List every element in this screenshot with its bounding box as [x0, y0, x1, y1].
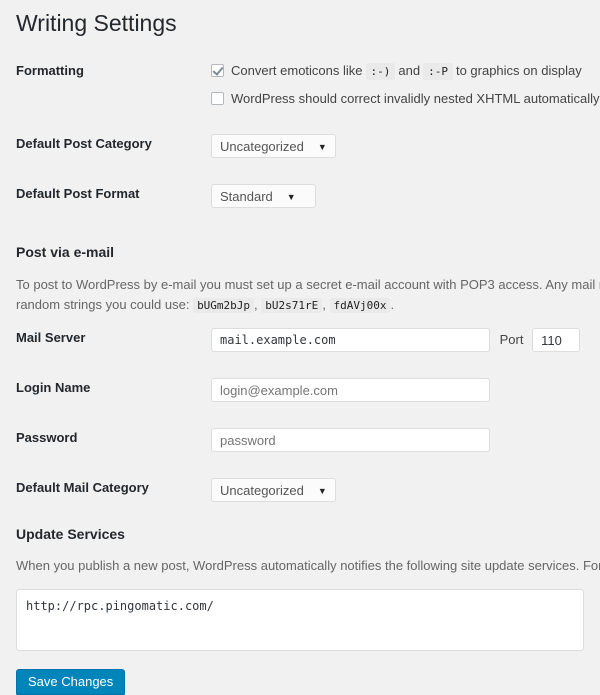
- random-string-2: bU2s71rE: [261, 298, 323, 314]
- mail-server-cell: Port: [201, 315, 584, 365]
- random-string-1: bUGm2bJp: [193, 298, 255, 314]
- login-name-label: Login Name: [16, 380, 91, 396]
- default-mail-category-value: Uncategorized: [220, 483, 304, 499]
- formatting-options-cell: Convert emoticons like:-) and:-P to graphi…: [201, 48, 599, 121]
- login-name-input[interactable]: [211, 378, 490, 403]
- post-via-email-description-line-2: random strings you could use: bUGm2bJp, …: [16, 297, 395, 314]
- port-input[interactable]: [532, 328, 581, 353]
- formatting-label: Formatting: [16, 63, 84, 78]
- password-input[interactable]: [211, 428, 490, 453]
- default-post-category-value: Uncategorized: [220, 139, 304, 154]
- password-label: Password: [16, 430, 78, 446]
- table-row-mail-server: Mail Server Port: [16, 315, 584, 365]
- post-via-email-heading: Post via e-mail: [16, 244, 115, 260]
- table-row-default-post-format: Default Post Format Standard ▼: [16, 171, 584, 221]
- convert-emoticons-checkbox[interactable]: [211, 64, 224, 77]
- default-post-category-cell: Uncategorized ▼: [201, 121, 584, 171]
- table-row-login-name: Login Name: [16, 365, 584, 415]
- mail-server-input[interactable]: [211, 328, 490, 353]
- correct-xhtml-option[interactable]: WordPress should correct invalidly neste…: [211, 89, 599, 109]
- post-via-email-description-wrapper: To post to WordPress by e-mail you must …: [0, 275, 600, 315]
- chevron-down-icon: ▼: [317, 142, 327, 152]
- port-label: Port: [499, 331, 524, 347]
- default-post-format-value: Standard: [220, 189, 273, 204]
- convert-emoticons-text-after: to graphics on display: [455, 63, 582, 78]
- default-mail-category-select[interactable]: Uncategorized ▼: [211, 478, 336, 503]
- save-changes-button[interactable]: Save Changes: [16, 669, 126, 695]
- table-row-default-mail-category: Default Mail Category Uncategorized ▼: [16, 465, 584, 515]
- emoticon-smile-code: :-): [365, 63, 396, 80]
- default-post-format-cell: Standard ▼: [201, 171, 584, 221]
- default-post-category-label: Default Post Category: [16, 136, 152, 151]
- post-via-email-description-line-1: To post to WordPress by e-mail you must …: [16, 277, 600, 292]
- correct-xhtml-checkbox[interactable]: [211, 91, 224, 105]
- default-post-category-select[interactable]: Uncategorized ▼: [211, 134, 336, 158]
- table-row-default-post-category: Default Post Category Uncategorized ▼: [16, 121, 584, 171]
- update-services-textarea[interactable]: [16, 589, 584, 652]
- random-string-3: fdAVj00x: [329, 298, 391, 314]
- formatting-settings-table: Formatting Convert emoticons like:-) and:…: [16, 48, 599, 221]
- convert-emoticons-text-before: Convert emoticons like: [231, 63, 363, 78]
- update-services-heading: Update Services: [16, 526, 125, 543]
- default-mail-category-label: Default Mail Category: [16, 480, 149, 496]
- update-services-description: When you publish a new post, WordPress a…: [16, 558, 600, 574]
- emoticon-tongue-code: :-P: [423, 63, 453, 80]
- random-strings-prefix: random strings you could use:: [16, 297, 190, 313]
- update-services-description-wrapper: When you publish a new post, WordPress a…: [0, 556, 600, 576]
- mail-server-label: Mail Server: [16, 330, 86, 346]
- login-name-cell: [201, 365, 584, 415]
- default-post-format-select[interactable]: Standard ▼: [211, 184, 316, 208]
- table-row-formatting: Formatting Convert emoticons like:-) and:…: [16, 48, 599, 121]
- submit-row: Save Changes: [16, 651, 584, 695]
- chevron-down-icon: ▼: [317, 486, 327, 497]
- writing-settings-page: Writing Settings Formatting Convert emot…: [0, 0, 600, 695]
- post-via-email-table: Mail Server Port Login Name Password: [16, 315, 584, 515]
- convert-emoticons-option[interactable]: Convert emoticons like:-) and:-P to graphi…: [211, 61, 582, 81]
- chevron-down-icon: ▼: [286, 192, 296, 202]
- table-row-password: Password: [16, 415, 584, 465]
- default-mail-category-cell: Uncategorized ▼: [201, 465, 584, 515]
- page-title: Writing Settings: [16, 10, 177, 36]
- convert-emoticons-text-middle: and: [398, 63, 421, 78]
- correct-xhtml-label: WordPress should correct invalidly neste…: [231, 90, 600, 106]
- default-post-format-label: Default Post Format: [16, 186, 140, 201]
- password-cell: [201, 415, 584, 465]
